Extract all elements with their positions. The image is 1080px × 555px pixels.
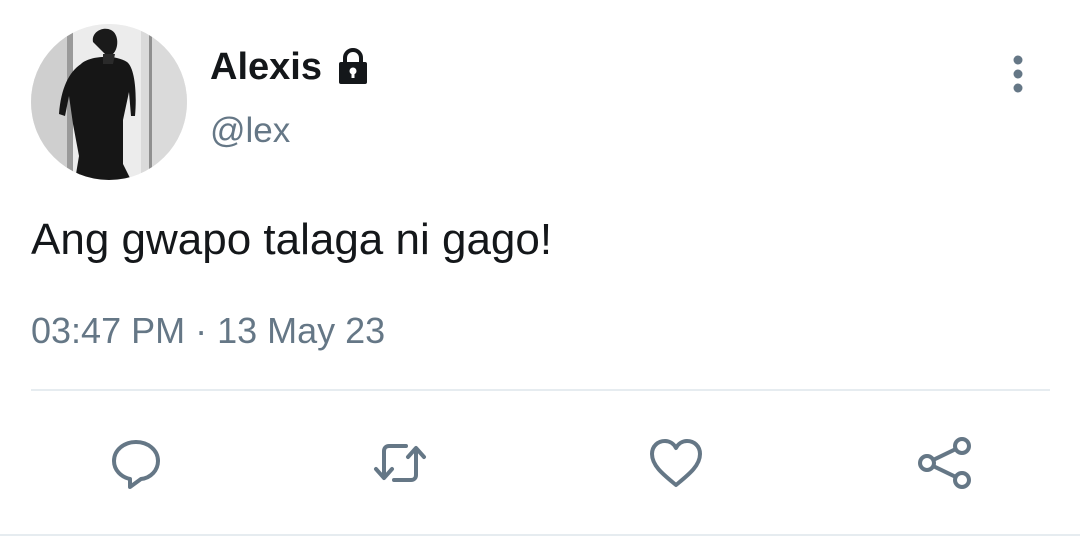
reply-button[interactable] — [106, 433, 166, 493]
retweet-button[interactable] — [370, 433, 430, 493]
more-vertical-icon[interactable] — [1000, 54, 1036, 96]
like-button[interactable] — [646, 433, 706, 493]
tweet-time: 03:47 PM — [31, 310, 186, 351]
divider — [31, 389, 1050, 391]
share-button[interactable] — [914, 433, 974, 493]
meta-separator: · — [185, 310, 218, 351]
tweet-timestamp[interactable]: 03:47 PM · 13 May 23 — [31, 313, 385, 349]
lock-icon — [332, 46, 374, 88]
tweet-date: 13 May 23 — [217, 310, 386, 351]
avatar[interactable] — [31, 24, 187, 180]
heart-icon — [650, 439, 702, 487]
avatar-photo — [31, 24, 187, 180]
share-icon — [918, 437, 971, 489]
display-name-row: Alexis — [210, 44, 374, 90]
user-handle[interactable]: @lex — [210, 113, 290, 148]
reply-icon — [112, 440, 160, 489]
tweet-card: Alexis @lex Ang gwapo talaga ni gago! 03… — [0, 0, 1080, 555]
display-name[interactable]: Alexis — [210, 48, 322, 86]
retweet-icon — [374, 444, 426, 482]
tweet-text: Ang gwapo talaga ni gago! — [31, 215, 553, 264]
bottom-divider — [0, 534, 1080, 536]
